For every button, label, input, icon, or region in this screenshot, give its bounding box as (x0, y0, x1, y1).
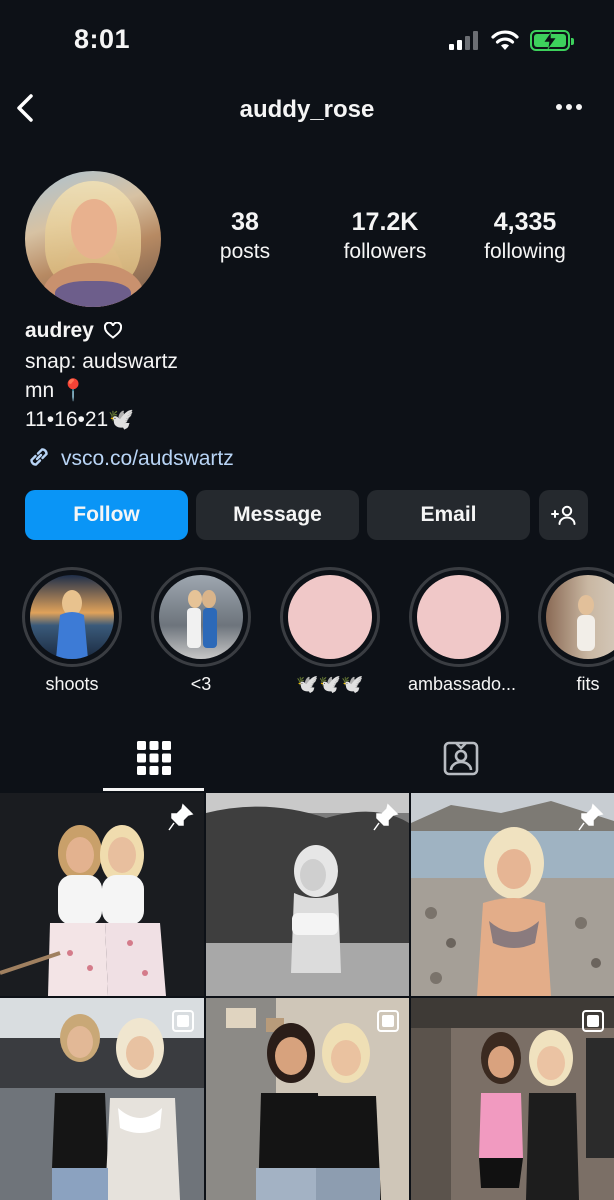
grid-icon (137, 741, 171, 775)
grid-post[interactable] (206, 793, 409, 996)
highlight-label: shoots (45, 674, 99, 694)
bio-line-date: 11•16•21🕊️ (25, 408, 135, 431)
pin-icon (168, 803, 194, 831)
followers-label: followers (343, 240, 427, 263)
followers-count: 17.2K (351, 208, 419, 236)
profile-name-row: audrey (25, 319, 122, 343)
link-icon (30, 448, 48, 466)
cellular-signal-icon (449, 30, 481, 50)
tab-grid[interactable] (103, 738, 203, 782)
stat-posts[interactable]: 38 posts (175, 208, 315, 264)
battery-charging-icon (530, 30, 574, 51)
bio-link[interactable]: vsco.co/audswartz (25, 443, 234, 471)
highlight-label: fits (576, 674, 600, 694)
grid-post[interactable] (411, 998, 614, 1200)
more-horizontal-icon[interactable] (556, 104, 584, 112)
status-bar: 8:01 (0, 0, 614, 80)
add-person-icon (550, 505, 575, 525)
tagged-person-icon (443, 741, 479, 776)
grid-post[interactable] (0, 998, 204, 1200)
bio-line-location: mn 📍 (25, 379, 87, 402)
highlight-label: <3 (190, 674, 212, 694)
bio-line-snap: snap: audswartz (25, 350, 178, 373)
multiple-photos-icon (377, 1010, 399, 1032)
highlight-ambassador[interactable]: ambassado... (408, 567, 517, 695)
posts-label: posts (219, 240, 271, 263)
highlight-label: 🕊️🕊️🕊️ (296, 674, 364, 694)
status-time: 8:01 (74, 24, 131, 54)
multiple-photos-icon (582, 1010, 604, 1032)
heart-outline-icon (103, 321, 122, 339)
multiple-photos-icon (172, 1010, 194, 1032)
avatar[interactable] (25, 171, 161, 307)
stat-following[interactable]: 4,335 following (455, 208, 595, 264)
add-friend-button[interactable] (539, 490, 588, 540)
highlight-fits[interactable]: fits (537, 567, 614, 695)
tab-tagged[interactable] (411, 738, 511, 782)
bio-link-text: vsco.co/audswartz (61, 447, 234, 470)
posts-count: 38 (231, 208, 259, 236)
profile-name: audrey (25, 319, 94, 342)
profile-username: auddy_rose (239, 96, 375, 123)
grid-post[interactable] (0, 793, 204, 996)
highlight-shoots[interactable]: shoots (21, 567, 123, 695)
grid-post[interactable] (411, 793, 614, 996)
email-button[interactable]: Email (367, 490, 530, 540)
following-label: following (484, 240, 566, 263)
wifi-icon (491, 30, 519, 50)
active-tab-indicator (103, 788, 204, 791)
highlight-heart[interactable]: <3 (150, 567, 252, 695)
highlight-doves[interactable]: 🕊️🕊️🕊️ (279, 567, 381, 695)
following-count: 4,335 (493, 208, 557, 236)
follow-button[interactable]: Follow (25, 490, 188, 540)
message-button[interactable]: Message (196, 490, 359, 540)
profile-header: auddy_rose (0, 88, 614, 130)
highlight-label: ambassado... (408, 674, 517, 694)
pin-icon (373, 803, 399, 831)
pin-icon (578, 803, 604, 831)
grid-post[interactable] (206, 998, 409, 1200)
stat-followers[interactable]: 17.2K followers (315, 208, 455, 264)
